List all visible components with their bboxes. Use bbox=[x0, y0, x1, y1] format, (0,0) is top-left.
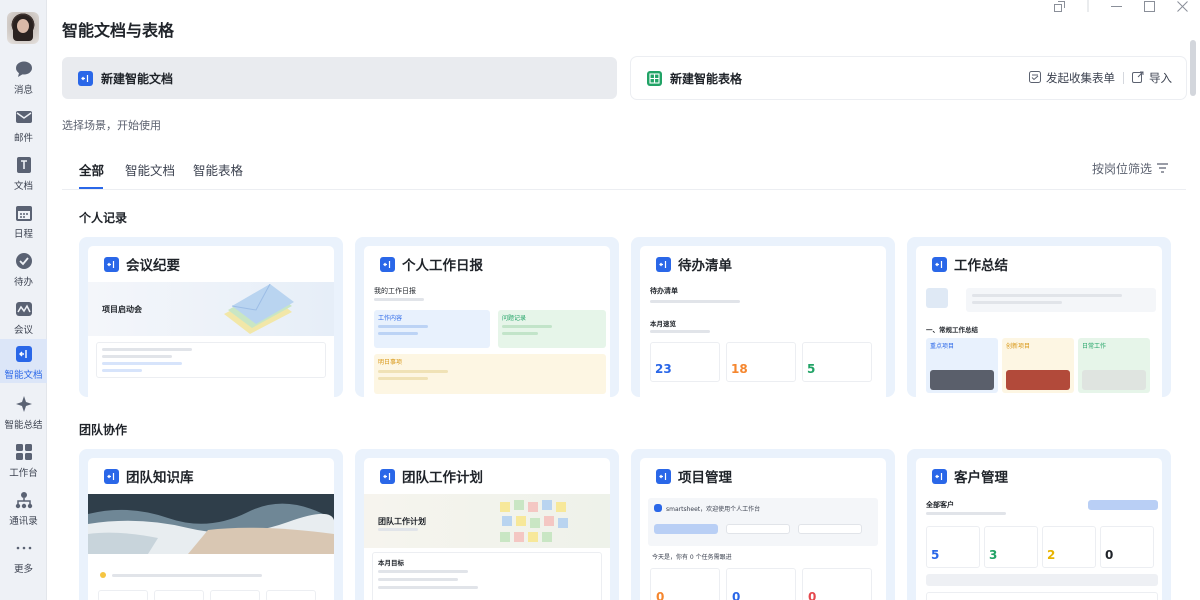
maximize-icon[interactable] bbox=[1144, 0, 1155, 14]
template-card-meeting-notes[interactable]: 会议纪要 项目启动会 bbox=[79, 237, 343, 397]
sidebar: 消息 邮件 文档 日程 待办 会议 智能文档 智能总结 工作台 通讯录 更多 bbox=[0, 0, 47, 600]
ocean-image bbox=[88, 494, 334, 554]
template-card-todo-list[interactable]: 待办清单 待办清单 本月速览 23 18 5 bbox=[631, 237, 895, 397]
sticky-notes-illustration bbox=[500, 500, 568, 542]
template-preview: 我的工作日报 工作内容 问题记录 明日事项 bbox=[364, 282, 610, 397]
separator-icon bbox=[1087, 0, 1089, 14]
template-preview bbox=[88, 494, 334, 600]
template-card-daily-report[interactable]: 个人工作日报 我的工作日报 工作内容 问题记录 明日事项 bbox=[355, 237, 619, 397]
sidebar-item-mail[interactable]: 邮件 bbox=[0, 105, 47, 151]
collect-form-button[interactable]: 发起收集表单 bbox=[1029, 70, 1115, 86]
meeting-icon bbox=[15, 300, 33, 318]
smart-doc-icon bbox=[932, 256, 947, 272]
section-team: 团队协作 bbox=[79, 423, 128, 437]
sidebar-item-messages[interactable]: 消息 bbox=[0, 57, 47, 103]
smart-doc-icon bbox=[932, 468, 947, 484]
sparkle-icon bbox=[15, 395, 33, 413]
sidebar-item-todo[interactable]: 待办 bbox=[0, 249, 47, 295]
close-icon[interactable] bbox=[1177, 0, 1188, 14]
doc-icon bbox=[15, 156, 33, 174]
sidebar-item-more[interactable]: 更多 bbox=[0, 536, 47, 582]
template-preview: 一、常规工作总结 重点项目 创新项目 日常工作 bbox=[916, 282, 1162, 397]
grid-icon bbox=[15, 443, 33, 461]
category-tabs: 全部 智能文档 智能表格 按岗位筛选 bbox=[62, 147, 1186, 190]
smart-sheet-icon bbox=[647, 70, 662, 86]
smart-doc-icon bbox=[656, 468, 671, 484]
envelope-illustration bbox=[224, 284, 294, 334]
tab-smart-docs[interactable]: 智能文档 bbox=[125, 160, 175, 179]
smart-doc-icon bbox=[656, 256, 671, 272]
filter-by-role-button[interactable]: 按岗位筛选 bbox=[1092, 160, 1168, 177]
sidebar-item-smart-summary[interactable]: 智能总结 bbox=[0, 392, 47, 438]
sidebar-item-contacts[interactable]: 通讯录 bbox=[0, 488, 47, 534]
smart-doc-icon bbox=[15, 345, 33, 363]
check-circle-icon bbox=[15, 252, 33, 270]
sidebar-item-calendar[interactable]: 日程 bbox=[0, 201, 47, 247]
pop-out-icon[interactable] bbox=[1054, 0, 1065, 14]
minimize-icon[interactable] bbox=[1111, 1, 1122, 14]
smart-doc-icon bbox=[104, 468, 119, 484]
template-preview: 待办清单 本月速览 23 18 5 bbox=[640, 282, 886, 397]
template-card-team-plan[interactable]: 团队工作计划 团队工作计划 本月目标 bbox=[355, 449, 619, 600]
more-icon bbox=[15, 539, 33, 557]
template-preview: smartsheet，欢迎使用个人工作台 今天是，你有 0 个任务需跟进 0 0… bbox=[640, 494, 886, 600]
template-card-work-summary[interactable]: 工作总结 一、常规工作总结 重点项目 创新项目 日常工作 bbox=[907, 237, 1171, 397]
template-card-knowledge-base[interactable]: 团队知识库 bbox=[79, 449, 343, 600]
sidebar-item-meeting[interactable]: 会议 bbox=[0, 297, 47, 343]
template-preview: 团队工作计划 本月目标 bbox=[364, 494, 610, 600]
avatar[interactable] bbox=[7, 12, 39, 44]
smart-doc-icon bbox=[78, 70, 93, 86]
template-card-customer-management[interactable]: 客户管理 全部客户 5 3 2 0 bbox=[907, 449, 1171, 600]
new-smart-doc-button[interactable]: 新建智能文档 bbox=[62, 57, 617, 99]
template-card-project-management[interactable]: 项目管理 smartsheet，欢迎使用个人工作台 今天是，你有 0 个任务需跟… bbox=[631, 449, 895, 600]
smart-doc-icon bbox=[380, 256, 395, 272]
sidebar-item-workbench[interactable]: 工作台 bbox=[0, 440, 47, 486]
sidebar-item-docs[interactable]: 文档 bbox=[0, 153, 47, 199]
template-preview: 项目启动会 bbox=[88, 282, 334, 397]
mail-icon bbox=[15, 108, 33, 126]
scene-hint: 选择场景，开始使用 bbox=[62, 119, 161, 132]
filter-icon bbox=[1157, 162, 1168, 176]
window-controls bbox=[1054, 0, 1188, 14]
import-icon bbox=[1132, 71, 1144, 86]
sidebar-item-smart-docs[interactable]: 智能文档 bbox=[0, 339, 47, 383]
template-preview: 全部客户 5 3 2 0 bbox=[916, 494, 1162, 600]
tab-all[interactable]: 全部 bbox=[79, 160, 104, 179]
section-personal: 个人记录 bbox=[79, 211, 128, 225]
person-illustration bbox=[926, 288, 948, 308]
contacts-icon bbox=[15, 491, 33, 509]
smart-doc-icon bbox=[104, 256, 119, 272]
new-smart-sheet-button[interactable]: 新建智能表格 发起收集表单 导入 bbox=[631, 57, 1186, 99]
smart-doc-icon bbox=[380, 468, 395, 484]
form-icon bbox=[1029, 70, 1041, 86]
chat-icon bbox=[15, 60, 33, 78]
scrollbar[interactable] bbox=[1190, 40, 1196, 96]
calendar-icon bbox=[15, 204, 33, 222]
tab-smart-sheets[interactable]: 智能表格 bbox=[193, 160, 243, 179]
import-button[interactable]: 导入 bbox=[1132, 70, 1172, 86]
page-title: 智能文档与表格 bbox=[62, 21, 175, 40]
active-tab-indicator bbox=[79, 187, 103, 189]
